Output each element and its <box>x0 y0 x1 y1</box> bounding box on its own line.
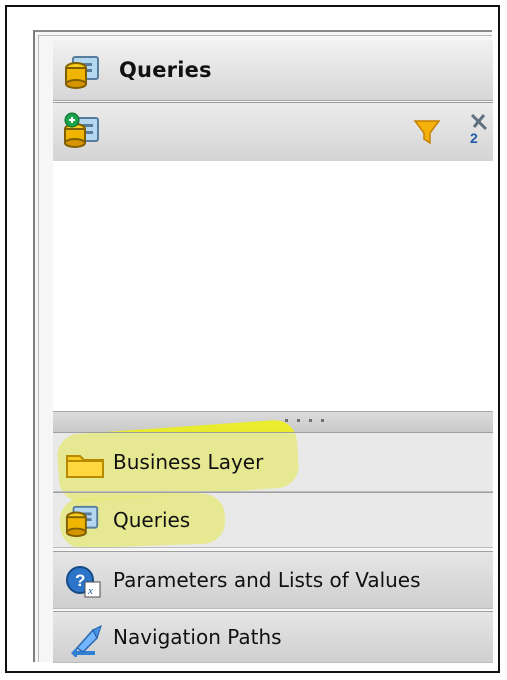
nav-item-parameters-label: Parameters and Lists of Values <box>113 568 421 592</box>
query-list-area[interactable] <box>53 161 493 411</box>
parameters-icon: ? x <box>66 566 101 598</box>
nav-item-navigation-paths[interactable]: Navigation Paths <box>53 611 493 663</box>
queries-icon <box>65 56 99 89</box>
add-query-icon[interactable] <box>62 111 102 149</box>
nav-item-business-layer-label: Business Layer <box>113 450 264 474</box>
splitter-grip-dot <box>321 419 324 422</box>
queries-icon <box>65 505 99 538</box>
svg-text:?: ? <box>75 571 85 590</box>
panel-title: Queries <box>119 58 212 82</box>
nav-item-queries[interactable]: Queries <box>53 492 493 548</box>
nav-item-parameters-and-lists[interactable]: ? x Parameters and Lists of Values <box>53 551 493 609</box>
splitter-grip-dot <box>297 419 300 422</box>
svg-text:x: x <box>87 585 93 597</box>
nav-item-business-layer[interactable]: Business Layer <box>53 432 493 492</box>
splitter-grip-dot <box>285 419 288 422</box>
nav-item-navigation-paths-label: Navigation Paths <box>113 625 282 649</box>
nav-item-queries-label: Queries <box>113 508 191 532</box>
folder-icon <box>66 455 104 478</box>
sort-icon[interactable]: 2 <box>468 111 492 147</box>
svg-text:2: 2 <box>470 130 478 146</box>
splitter-grip-dot <box>309 419 312 422</box>
filter-icon[interactable] <box>413 117 441 147</box>
navigation-paths-icon <box>71 624 103 657</box>
